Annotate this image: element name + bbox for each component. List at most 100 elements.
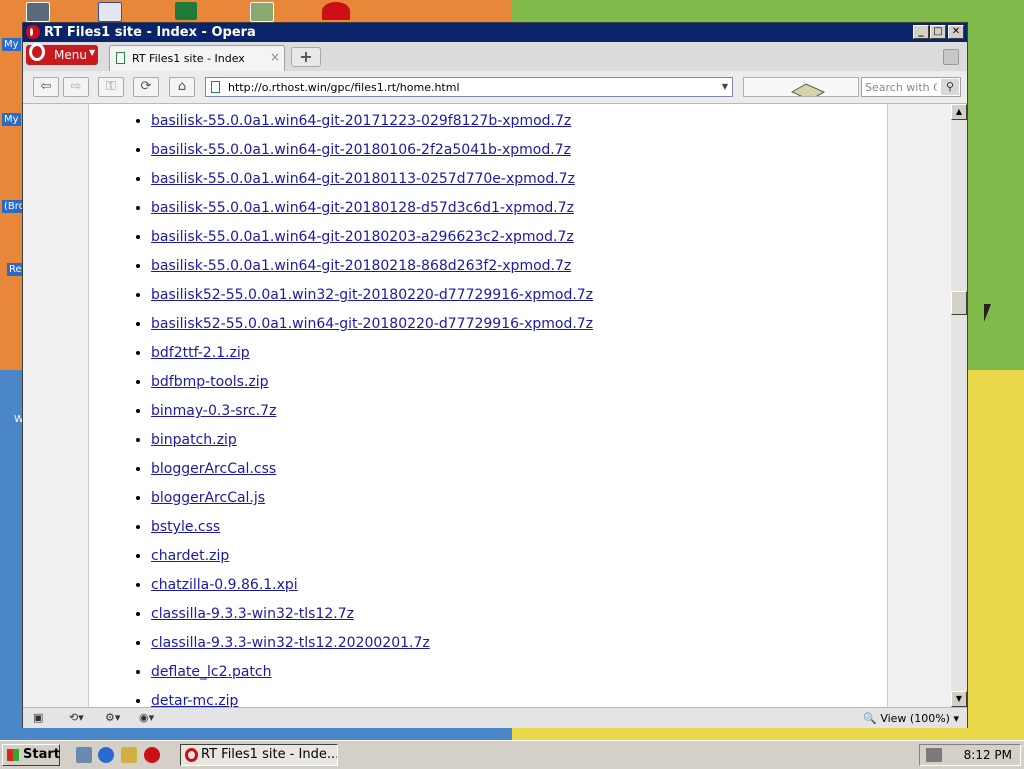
file-link[interactable]: detar-mc.zip [151, 693, 238, 707]
address-bar[interactable]: http://o.rthost.win/gpc/files1.rt/home.h… [205, 77, 733, 97]
list-item: binpatch.zip [151, 430, 593, 459]
zoom-label: View (100%) [880, 712, 950, 725]
menu-label: Menu [54, 48, 87, 62]
key-icon[interactable]: ⚿ [98, 77, 124, 97]
list-item: bdf2ttf-2.1.zip [151, 343, 593, 372]
file-link[interactable]: basilisk-55.0.0a1.win64-git-20180128-d57… [151, 200, 574, 216]
file-link[interactable]: basilisk52-55.0.0a1.win32-git-20180220-d… [151, 287, 593, 303]
back-button[interactable]: ⇦ [33, 77, 59, 97]
note-icon [790, 83, 826, 96]
reload-button[interactable]: ⟳ [133, 77, 159, 97]
maximize-button[interactable]: □ [930, 25, 946, 39]
desktop-icon-computer[interactable] [26, 2, 50, 22]
trash-icon[interactable] [943, 49, 959, 65]
scroll-thumb[interactable] [951, 291, 967, 315]
file-link[interactable]: bdf2ttf-2.1.zip [151, 345, 250, 361]
list-item: chardet.zip [151, 546, 593, 575]
opera-quicklaunch-icon[interactable] [144, 747, 160, 763]
search-icon[interactable]: ⚲ [941, 79, 959, 95]
file-link[interactable]: bloggerArcCal.js [151, 490, 265, 506]
list-item: basilisk-55.0.0a1.win64-git-20180203-a29… [151, 227, 593, 256]
desktop-icon-clock[interactable] [250, 2, 274, 22]
page-viewport: basilisk-55.0.0a1.win64-git-20171223-029… [23, 104, 951, 707]
windows-logo-icon [7, 749, 19, 761]
desktop-icon-opera[interactable] [322, 2, 350, 20]
file-link[interactable]: binpatch.zip [151, 432, 237, 448]
url-text: http://o.rthost.win/gpc/files1.rt/home.h… [228, 81, 460, 94]
list-item: deflate_lc2.patch [151, 662, 593, 691]
scroll-down-arrow[interactable]: ▼ [951, 691, 967, 707]
opera-icon [26, 25, 40, 39]
zoom-control[interactable]: 🔍 View (100%) ▾ [863, 712, 959, 725]
forward-button[interactable]: ⇨ [63, 77, 89, 97]
file-link[interactable]: chardet.zip [151, 548, 229, 564]
desktop-label-1[interactable]: My [2, 38, 21, 51]
tab-label: RT Files1 site - Index [132, 52, 245, 65]
unite-icon[interactable]: ◉▾ [139, 711, 154, 724]
file-link[interactable]: deflate_lc2.patch [151, 664, 271, 680]
tab-bar: Menu ▼ RT Files1 site - Index × + [23, 42, 967, 71]
clock[interactable]: 8:12 PM [964, 748, 1012, 762]
list-item: basilisk-55.0.0a1.win64-git-20180218-868… [151, 256, 593, 285]
list-item: basilisk-55.0.0a1.win64-git-20180106-2f2… [151, 140, 593, 169]
list-item: basilisk52-55.0.0a1.win64-git-20180220-d… [151, 314, 593, 343]
speed-dial-box[interactable] [743, 77, 859, 97]
opera-icon [185, 748, 198, 762]
file-link[interactable]: classilla-9.3.3-win32-tls12.7z [151, 606, 354, 622]
file-link[interactable]: bdfbmp-tools.zip [151, 374, 269, 390]
minimize-button[interactable]: _ [913, 25, 929, 39]
list-item: basilisk-55.0.0a1.win64-git-20171223-029… [151, 111, 593, 140]
new-tab-button[interactable]: + [291, 47, 321, 67]
tab-close-icon[interactable]: × [270, 50, 280, 64]
file-link[interactable]: basilisk-55.0.0a1.win64-git-20180106-2f2… [151, 142, 571, 158]
start-label: Start [23, 747, 60, 762]
panel-toggle-icon[interactable]: ▣ [33, 711, 43, 724]
file-link[interactable]: classilla-9.3.3-win32-tls12.20200201.7z [151, 635, 430, 651]
file-link[interactable]: bloggerArcCal.css [151, 461, 276, 477]
file-link[interactable]: basilisk52-55.0.0a1.win64-git-20180220-d… [151, 316, 593, 332]
navigation-bar: ⇦ ⇨ ⚿ ⟳ ⌂ http://o.rthost.win/gpc/files1… [23, 71, 967, 104]
show-desktop-icon[interactable] [76, 747, 92, 763]
turbo-icon[interactable]: ⚙▾ [105, 711, 120, 724]
list-item: binmay-0.3-src.7z [151, 401, 593, 430]
file-link[interactable]: bstyle.css [151, 519, 220, 535]
taskbar: Start RT Files1 site - Inde... 8:12 PM [0, 740, 1024, 769]
home-button[interactable]: ⌂ [169, 77, 195, 97]
list-item: basilisk52-55.0.0a1.win32-git-20180220-d… [151, 285, 593, 314]
list-item: classilla-9.3.3-win32-tls12.20200201.7z [151, 633, 593, 662]
file-link[interactable]: basilisk-55.0.0a1.win64-git-20180113-025… [151, 171, 575, 187]
start-button[interactable]: Start [2, 744, 60, 766]
list-item: bdfbmp-tools.zip [151, 372, 593, 401]
title-bar[interactable]: RT Files1 site - Index - Opera _ □ ✕ [23, 23, 967, 42]
task-title: RT Files1 site - Inde... [201, 747, 338, 762]
file-link[interactable]: basilisk-55.0.0a1.win64-git-20180218-868… [151, 258, 571, 274]
taskbar-item-opera[interactable]: RT Files1 site - Inde... [180, 744, 338, 766]
list-item: bstyle.css [151, 517, 593, 546]
tab-rt-files1[interactable]: RT Files1 site - Index × [109, 45, 285, 71]
window-title: RT Files1 site - Index - Opera [44, 25, 256, 40]
browser-window: RT Files1 site - Index - Opera _ □ ✕ Men… [22, 22, 968, 728]
desktop-icon-email[interactable] [98, 2, 122, 22]
sync-icon[interactable]: ⟲▾ [69, 711, 84, 724]
scroll-up-arrow[interactable]: ▲ [951, 104, 967, 120]
file-link[interactable]: basilisk-55.0.0a1.win64-git-20171223-029… [151, 113, 571, 129]
network-icon[interactable] [926, 748, 942, 762]
vertical-scrollbar[interactable]: ▲ ▼ [951, 104, 967, 707]
page-icon [116, 52, 125, 64]
file-link[interactable]: binmay-0.3-src.7z [151, 403, 276, 419]
list-item: bloggerArcCal.js [151, 488, 593, 517]
opera-logo-icon [29, 43, 45, 61]
desktop-label-2[interactable]: My [2, 113, 21, 126]
close-button[interactable]: ✕ [948, 25, 964, 39]
file-link[interactable]: basilisk-55.0.0a1.win64-git-20180203-a29… [151, 229, 574, 245]
list-item: basilisk-55.0.0a1.win64-git-20180128-d57… [151, 198, 593, 227]
internet-explorer-icon[interactable] [98, 747, 114, 763]
list-item: chatzilla-0.9.86.1.xpi [151, 575, 593, 604]
opera-menu-button[interactable]: Menu ▼ [26, 43, 98, 65]
system-tray: 8:12 PM [919, 744, 1021, 766]
chevron-down-icon[interactable]: ▼ [722, 82, 728, 91]
media-icon[interactable] [121, 747, 137, 763]
search-box[interactable]: Search with Co ⚲ [861, 77, 961, 97]
file-link[interactable]: chatzilla-0.9.86.1.xpi [151, 577, 298, 593]
desktop-icon-excel[interactable] [175, 2, 197, 20]
